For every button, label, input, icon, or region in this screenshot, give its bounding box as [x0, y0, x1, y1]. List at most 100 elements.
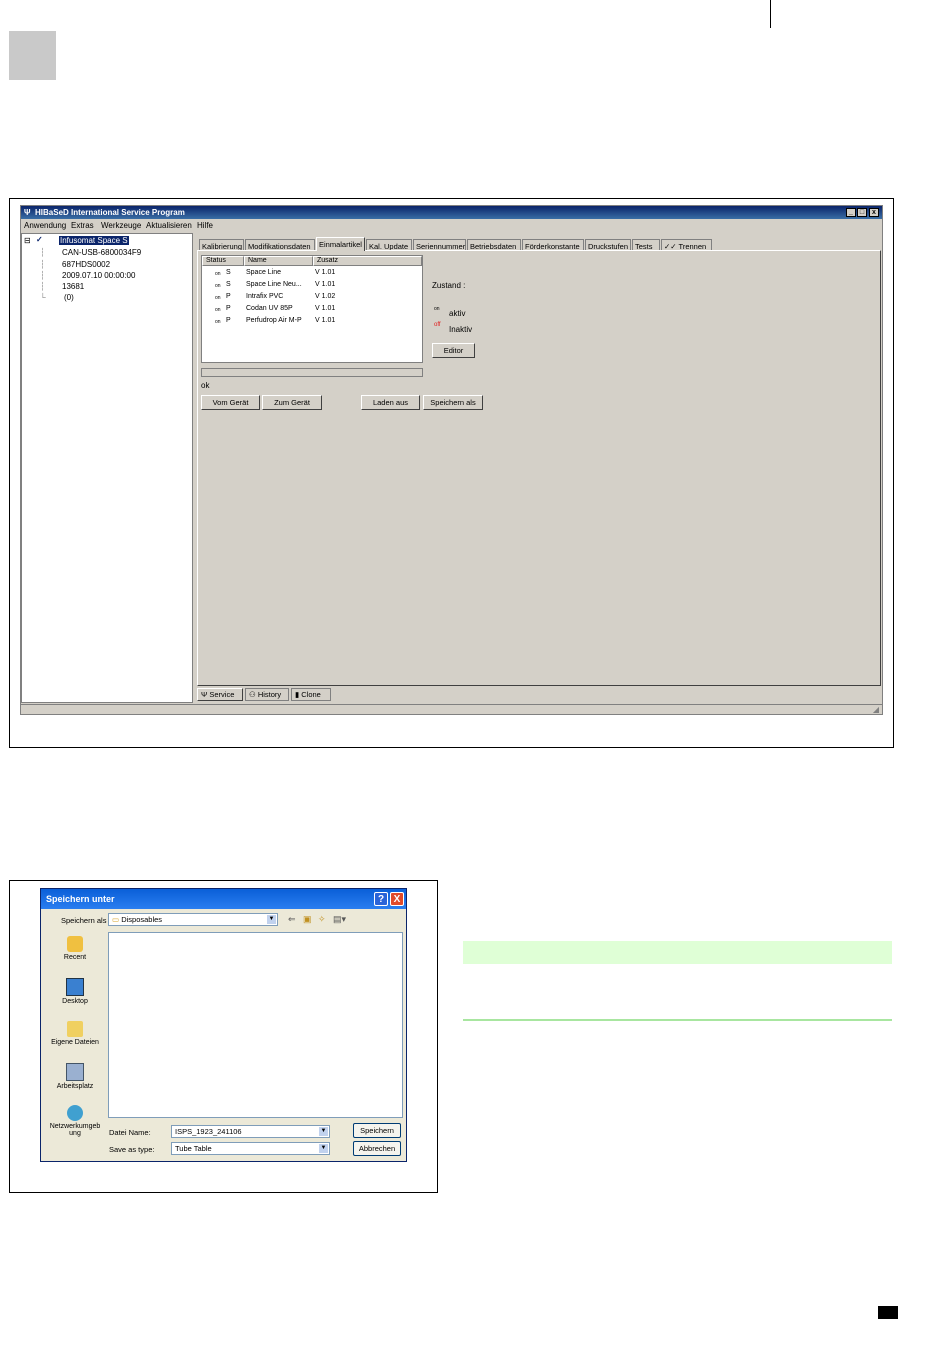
- tree-item-date[interactable]: 2009.07.10 00:00:00: [62, 271, 135, 280]
- on-tag: on: [434, 306, 440, 312]
- tab-service-label: Service: [209, 690, 235, 699]
- filename-value: ISPS_1923_241106: [175, 1127, 242, 1136]
- row-onoff: on: [215, 271, 221, 277]
- col-status[interactable]: Status: [202, 256, 244, 266]
- tree-item-zero[interactable]: (0): [64, 293, 74, 302]
- folder-select[interactable]: ▭ Disposables ▼: [108, 913, 278, 926]
- tab-clone[interactable]: ▮ Clone: [291, 688, 331, 701]
- resize-grip-icon[interactable]: ◢: [873, 705, 879, 714]
- clone-icon: ▮: [295, 690, 300, 699]
- place-recent-label: Recent: [63, 954, 87, 961]
- view-menu-icon[interactable]: ▤▾: [333, 914, 346, 925]
- cancel-button[interactable]: Abbrechen: [353, 1141, 401, 1156]
- dialog-title: Speichern unter: [46, 894, 115, 904]
- place-documents[interactable]: Eigene Dateien: [44, 1021, 106, 1046]
- place-recent[interactable]: Recent: [44, 936, 106, 961]
- help-button[interactable]: ?: [374, 892, 388, 906]
- row-onoff: on: [215, 319, 221, 325]
- disposables-list[interactable]: Status Name Zusatz on S Space Line V 1.0…: [201, 255, 423, 363]
- place-desktop[interactable]: Desktop: [44, 978, 106, 1005]
- place-desktop-label: Desktop: [62, 998, 88, 1005]
- row-name: Space Line: [246, 269, 282, 276]
- row-type: S: [226, 281, 231, 288]
- service-icon: Ψ: [201, 690, 208, 699]
- row-zusatz: V 1.01: [315, 317, 336, 324]
- row-type: P: [226, 293, 231, 300]
- network-icon: [67, 1105, 83, 1121]
- zum-geraet-button[interactable]: Zum Gerät: [262, 395, 322, 410]
- new-folder-icon[interactable]: ✧: [318, 914, 326, 925]
- save-dialog: Speichern unter ? X Speichern als ▭ Disp…: [40, 888, 407, 1162]
- documents-icon: [67, 1021, 83, 1037]
- row-name: Codan UV 85P: [246, 305, 293, 312]
- up-folder-icon[interactable]: ▣: [303, 914, 312, 925]
- folder-icon: ▭: [112, 915, 120, 924]
- list-item[interactable]: on S Space Line V 1.01: [202, 268, 422, 279]
- col-name[interactable]: Name: [244, 256, 313, 266]
- tab-einmalartikel[interactable]: Einmalartikel: [316, 237, 365, 251]
- filetype-label: Save as type:: [109, 1145, 155, 1154]
- progress-bar: [201, 368, 423, 377]
- tree-item-can[interactable]: CAN-USB-6800034F9: [62, 248, 141, 257]
- close-button[interactable]: x: [869, 208, 879, 217]
- filetype-select[interactable]: Tube Table ▼: [171, 1142, 330, 1155]
- tab-history-label: History: [257, 690, 282, 699]
- menu-werkzeuge[interactable]: Werkzeuge: [101, 221, 141, 230]
- inaktiv-label: Inaktiv: [449, 325, 473, 334]
- tree-line-icon: ┆: [40, 271, 45, 280]
- list-item[interactable]: on S Space Line Neu... V 1.01: [202, 280, 422, 291]
- save-button[interactable]: Speichern: [353, 1123, 401, 1138]
- dialog-close-button[interactable]: X: [390, 892, 404, 906]
- tree-collapse-icon[interactable]: ⊟: [24, 236, 31, 245]
- einmalartikel-panel: Status Name Zusatz on S Space Line V 1.0…: [197, 250, 881, 686]
- menu-bar: Anwendung Extras Werkzeuge Aktualisieren…: [21, 219, 882, 231]
- minimize-button[interactable]: _: [846, 208, 856, 217]
- file-list-area[interactable]: [108, 932, 403, 1118]
- status-bar: ◢: [21, 704, 882, 716]
- row-zusatz: V 1.01: [315, 305, 336, 312]
- tab-service[interactable]: Ψ Service: [197, 688, 243, 701]
- history-icon: ⚇: [249, 690, 256, 699]
- back-icon[interactable]: ⇐: [288, 914, 296, 925]
- maximize-button[interactable]: □: [857, 208, 867, 217]
- margin-line: [770, 0, 771, 28]
- filename-label: Datei Name:: [109, 1128, 151, 1137]
- page-marker: [878, 1306, 898, 1319]
- tree-root[interactable]: Infusomat Space S: [59, 236, 129, 245]
- row-onoff: on: [215, 307, 221, 313]
- list-item[interactable]: on P Perfudrop Air M-P V 1.01: [202, 316, 422, 327]
- zustand-label: Zustand :: [432, 281, 466, 290]
- speichern-als-button[interactable]: Speichern als: [423, 395, 483, 410]
- col-zusatz[interactable]: Zusatz: [313, 256, 422, 266]
- list-item[interactable]: on P Codan UV 85P V 1.01: [202, 304, 422, 315]
- laden-aus-button[interactable]: Laden aus: [361, 395, 420, 410]
- tab-history[interactable]: ⚇ History: [245, 688, 289, 701]
- app-icon: Ψ: [24, 208, 31, 217]
- dialog-title-bar: Speichern unter ? X: [41, 889, 406, 909]
- green-highlight-bar: [463, 941, 892, 964]
- tree-line-icon: ┆: [40, 248, 45, 257]
- off-tag: off: [434, 322, 441, 328]
- tree-line-icon: ┆: [40, 260, 45, 269]
- tree-item-serial[interactable]: 687HDS0002: [62, 260, 110, 269]
- save-in-label: Speichern als: [61, 916, 107, 925]
- computer-icon: [66, 1063, 84, 1081]
- row-onoff: on: [215, 295, 221, 301]
- row-zusatz: V 1.01: [315, 269, 336, 276]
- places-bar: Recent Desktop Eigene Dateien Arbeitspla…: [44, 929, 106, 1159]
- vom-geraet-button[interactable]: Vom Gerät: [201, 395, 260, 410]
- menu-aktualisieren[interactable]: Aktualisieren: [146, 221, 192, 230]
- filename-input[interactable]: ISPS_1923_241106 ▼: [171, 1125, 330, 1138]
- list-item[interactable]: on P Intrafix PVC V 1.02: [202, 292, 422, 303]
- tree-item-number[interactable]: 13681: [62, 282, 84, 291]
- place-network[interactable]: Netzwerkumgeb ung: [44, 1105, 106, 1137]
- menu-extras[interactable]: Extras: [71, 221, 94, 230]
- menu-hilfe[interactable]: Hilfe: [197, 221, 213, 230]
- status-ok-text: ok: [201, 381, 210, 390]
- place-computer[interactable]: Arbeitsplatz: [44, 1063, 106, 1090]
- tree-line-icon: └: [40, 293, 46, 302]
- desktop-icon: [66, 978, 84, 996]
- folder-value: Disposables: [121, 915, 163, 924]
- menu-anwendung[interactable]: Anwendung: [24, 221, 66, 230]
- editor-button[interactable]: Editor: [432, 343, 475, 358]
